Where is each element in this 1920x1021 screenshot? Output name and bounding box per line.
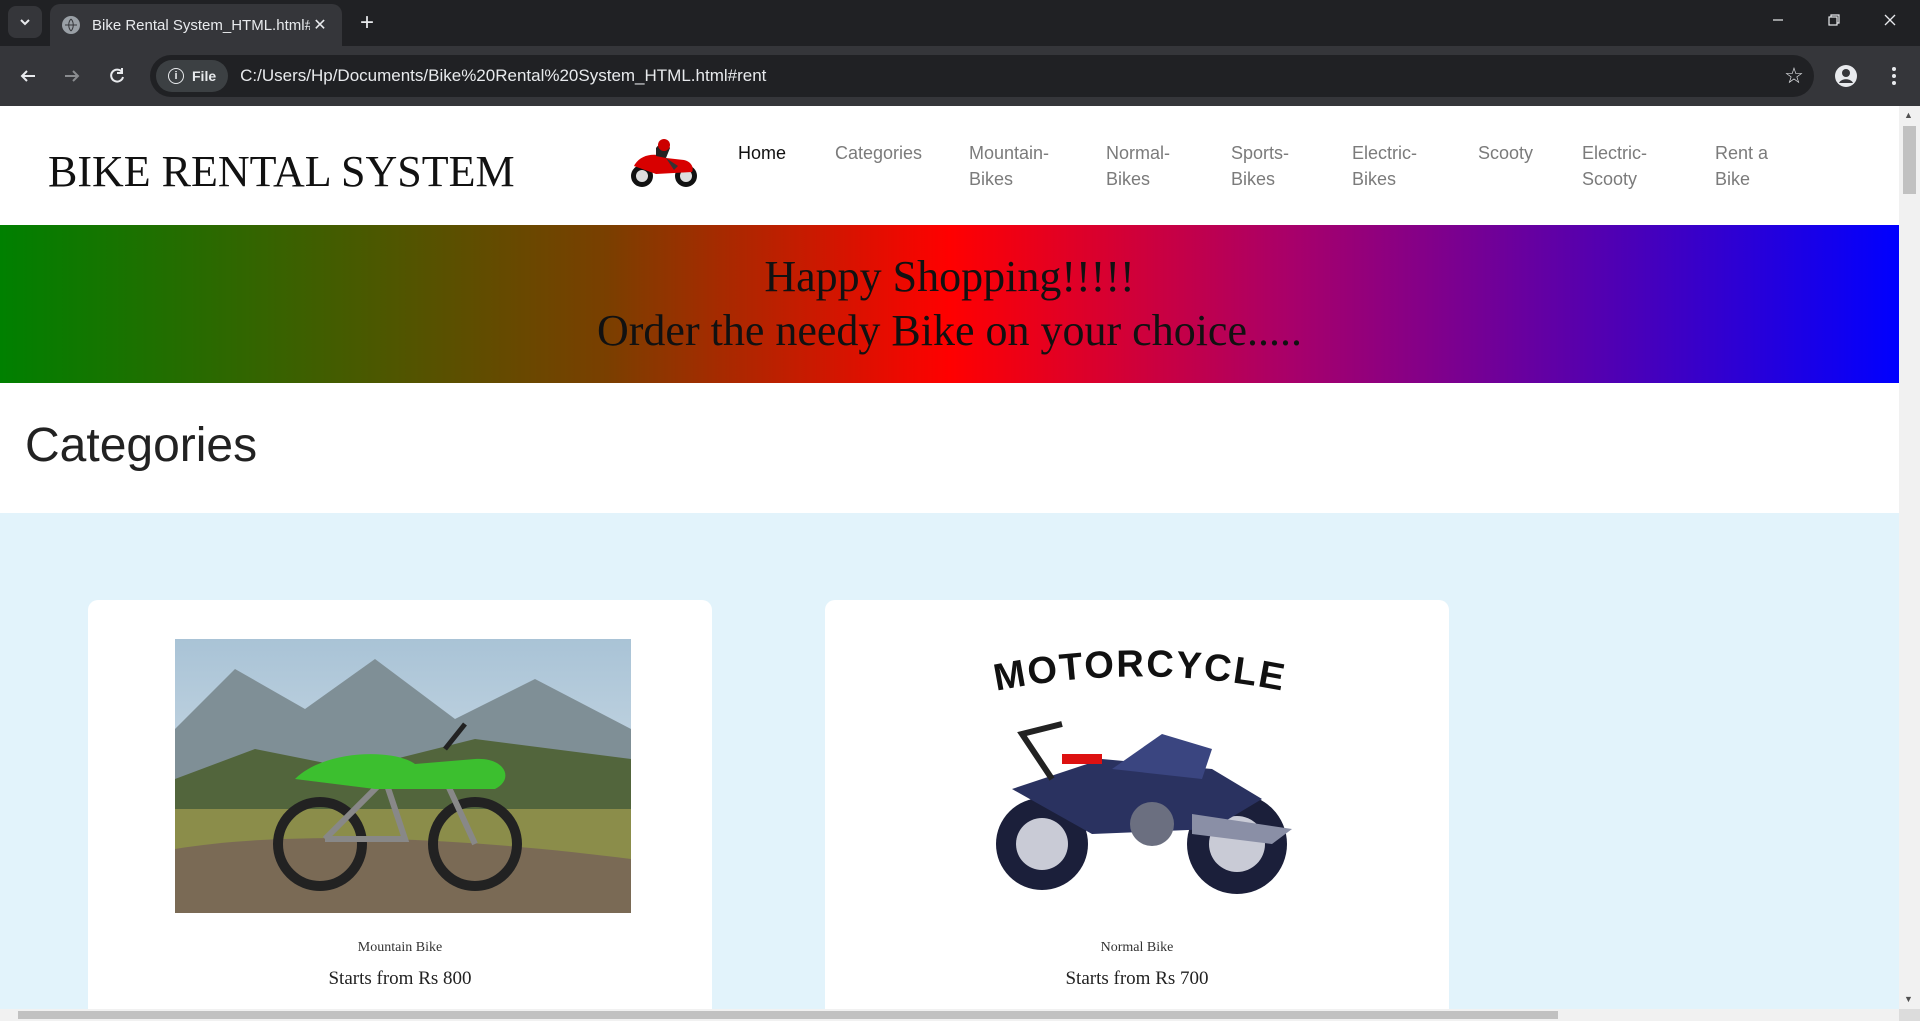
nav-categories[interactable]: Categories	[835, 140, 922, 166]
forward-button[interactable]	[56, 60, 88, 92]
site-brand[interactable]: BIKE RENTAL SYSTEM	[48, 146, 515, 197]
url-text[interactable]: C:/Users/Hp/Documents/Bike%20Rental%20Sy…	[240, 66, 1774, 86]
nav-mountain-bikes[interactable]: Mountain-Bikes	[969, 140, 1064, 192]
vertical-scrollbar[interactable]: ▲ ▼	[1899, 106, 1920, 1009]
close-window-button[interactable]	[1862, 0, 1918, 40]
horizontal-scroll-thumb[interactable]	[18, 1011, 1558, 1019]
vertical-scroll-thumb[interactable]	[1903, 126, 1916, 194]
site-header: BIKE RENTAL SYSTEM Home Categories Mount…	[0, 106, 1899, 225]
globe-icon	[62, 16, 80, 34]
site-info-label: File	[192, 68, 217, 84]
mountain-bike-image[interactable]	[175, 639, 631, 913]
banner-line-2: Order the needy Bike on your choice.....	[597, 306, 1302, 355]
category-name: Mountain Bike	[357, 940, 443, 955]
promo-banner: Happy Shopping!!!!! Order the needy Bike…	[0, 225, 1899, 383]
category-card-mountain[interactable]: Mountain Bike Starts from Rs 800	[88, 600, 712, 1009]
reload-icon	[110, 68, 124, 83]
nav-rent-a-bike[interactable]: Rent a Bike	[1715, 140, 1785, 192]
bookmark-star-icon[interactable]: ☆	[1774, 63, 1814, 89]
tab-title: Bike Rental System_HTML.html#	[92, 16, 310, 34]
arrow-left-icon	[20, 70, 35, 82]
category-name: Normal Bike	[1100, 940, 1174, 955]
browser-menu-button[interactable]	[1880, 60, 1908, 92]
scrollbar-corner	[1899, 1009, 1920, 1021]
horizontal-scrollbar[interactable]	[0, 1009, 1899, 1021]
tab-strip: Bike Rental System_HTML.html# ✕ +	[0, 0, 1920, 46]
nav-scooty[interactable]: Scooty	[1478, 140, 1533, 166]
categories-section: Mountain Bike Starts from Rs 800 MOTORCY…	[0, 513, 1899, 1009]
nav-electric-scooty[interactable]: Electric-Scooty	[1582, 140, 1662, 192]
new-tab-button[interactable]: +	[352, 8, 382, 38]
back-button[interactable]	[12, 60, 44, 92]
profile-button[interactable]	[1830, 60, 1862, 92]
category-price: Starts from Rs 700	[1065, 968, 1209, 989]
nav-normal-bikes[interactable]: Normal-Bikes	[1106, 140, 1181, 192]
profile-icon	[1835, 65, 1857, 87]
arrow-right-icon	[65, 70, 80, 82]
close-tab-icon[interactable]: ✕	[310, 15, 330, 35]
close-icon	[1884, 14, 1896, 26]
scroll-up-icon[interactable]: ▲	[1904, 110, 1913, 120]
scroll-down-icon[interactable]: ▼	[1904, 994, 1913, 1004]
nav-home[interactable]: Home	[738, 140, 786, 166]
motorbike-logo	[631, 139, 697, 187]
browser-tab[interactable]: Bike Rental System_HTML.html# ✕	[50, 4, 342, 46]
banner-line-1: Happy Shopping!!!!!	[764, 252, 1135, 301]
info-icon: i	[168, 68, 184, 84]
tab-search-button[interactable]	[8, 6, 42, 38]
nav-electric-bikes[interactable]: Electric-Bikes	[1352, 140, 1432, 192]
chevron-down-icon	[20, 19, 30, 26]
minimize-button[interactable]	[1750, 0, 1806, 40]
normal-bike-image[interactable]: MOTORCYCLE	[912, 639, 1368, 913]
restore-icon	[1828, 14, 1840, 26]
minimize-icon	[1773, 19, 1783, 21]
nav-sports-bikes[interactable]: Sports-Bikes	[1231, 140, 1306, 192]
page-viewport: BIKE RENTAL SYSTEM Home Categories Mount…	[0, 106, 1899, 1009]
category-price: Starts from Rs 800	[328, 968, 472, 989]
browser-toolbar: i File C:/Users/Hp/Documents/Bike%20Rent…	[0, 46, 1920, 106]
restore-button[interactable]	[1806, 0, 1862, 40]
address-bar[interactable]: i File C:/Users/Hp/Documents/Bike%20Rent…	[150, 55, 1814, 97]
reload-button[interactable]	[101, 60, 133, 92]
categories-heading: Categories	[25, 419, 258, 472]
site-info-chip[interactable]: i File	[156, 60, 229, 92]
category-card-normal[interactable]: MOTORCYCLE Normal Bike Starts from Rs 70…	[825, 600, 1449, 1009]
more-vert-icon	[1892, 67, 1896, 85]
